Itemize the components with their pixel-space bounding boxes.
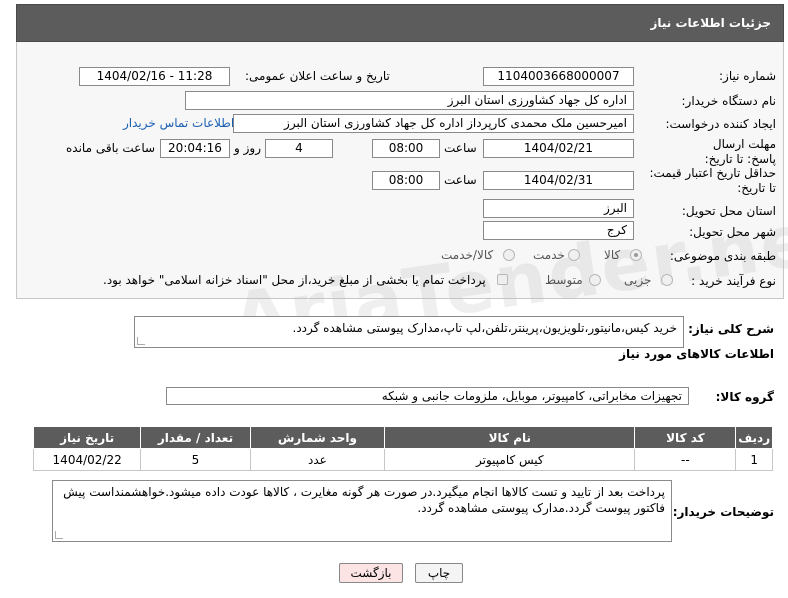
delivery-province-label: استان محل تحویل:	[681, 204, 776, 218]
reply-days-field: 4	[265, 139, 333, 158]
price-time-label: ساعت	[444, 173, 477, 187]
announce-datetime-field: 1404/02/16 - 11:28	[79, 67, 230, 86]
process-radio-minor[interactable]	[661, 274, 673, 286]
goods-group-label: گروه کالا:	[715, 390, 774, 404]
col-qty: تعداد / مقدار	[140, 426, 251, 449]
panel-header: جزئیات اطلاعات نیاز	[16, 4, 784, 42]
category-option-goods: کالا	[604, 248, 621, 262]
col-date: تاریخ نیاز	[32, 426, 142, 449]
cell-name: کیس کامپیوتر	[384, 448, 636, 471]
price-validity-time: 08:00	[372, 171, 440, 190]
buyer-org-field: اداره کل جهاد کشاورزی استان البرز	[185, 91, 634, 110]
buyer-notes-textarea[interactable]: پرداخت بعد از تایید و تست کالاها انجام م…	[52, 480, 672, 542]
goods-group-field: تجهیزات مخابراتی، کامپیوتر، موبایل، ملزو…	[166, 387, 689, 405]
resize-handle[interactable]	[137, 337, 145, 345]
category-radio-service[interactable]	[568, 249, 580, 261]
col-code: کد کالا	[634, 426, 737, 449]
requester-field: امیرحسین ملک محمدی کارپرداز اداره کل جها…	[233, 114, 634, 133]
category-radio-goods-service[interactable]	[503, 249, 515, 261]
print-button[interactable]: چاپ	[415, 563, 463, 583]
col-name: نام کالا	[384, 426, 636, 449]
table-header-row: ردیف کد کالا نام کالا واحد شمارش تعداد /…	[32, 426, 773, 449]
reply-deadline-time: 08:00	[372, 139, 440, 158]
process-option-medium: متوسط	[545, 273, 583, 287]
reply-deadline-label: مهلت ارسال پاسخ: تا تاریخ:	[704, 137, 776, 166]
days-label: روز و	[234, 141, 261, 155]
buyer-notes-text: پرداخت بعد از تایید و تست کالاها انجام م…	[63, 485, 665, 515]
description-textarea[interactable]: خرید کیس،مانیتور،تلویزیون،پرینتر،تلفن،لپ…	[134, 316, 684, 348]
description-text: خرید کیس،مانیتور،تلویزیون،پرینتر،تلفن،لپ…	[292, 321, 678, 335]
requester-label: ایجاد کننده درخواست:	[665, 117, 776, 131]
delivery-province-field: البرز	[483, 199, 634, 218]
category-option-service: خدمت	[533, 248, 565, 262]
cell-qty: 5	[140, 448, 251, 471]
category-label: طبقه بندی موضوعی:	[669, 249, 776, 263]
cell-date: 1404/02/22	[32, 448, 142, 471]
category-radio-goods[interactable]	[630, 249, 642, 261]
remaining-label: ساعت باقی مانده	[66, 141, 156, 155]
col-row: ردیف	[735, 426, 773, 449]
delivery-city-field: کرج	[483, 221, 634, 240]
process-type-label: نوع فرآیند خرید :	[691, 274, 776, 288]
description-label: شرح کلی نیاز:	[688, 322, 774, 336]
reply-deadline-date: 1404/02/21	[483, 139, 634, 158]
process-option-minor: جزیی	[624, 273, 652, 287]
process-radio-medium[interactable]	[589, 274, 601, 286]
table-row[interactable]: 1 -- کیس کامپیوتر عدد 5 1404/02/22	[32, 448, 773, 471]
buyer-contact-link[interactable]: اطلاعات تماس خریدار	[123, 116, 234, 130]
buyer-org-label: نام دستگاه خریدار:	[681, 94, 777, 108]
category-option-goods-service: کالا/خدمت	[441, 248, 494, 262]
price-validity-label: حداقل تاریخ اعتبار قیمت: تا تاریخ:	[649, 166, 776, 195]
delivery-city-label: شهر محل تحویل:	[689, 225, 776, 239]
cell-unit: عدد	[249, 448, 386, 471]
price-validity-date: 1404/02/31	[483, 171, 634, 190]
remaining-time-field: 20:04:16	[160, 139, 230, 158]
cell-code: --	[634, 448, 737, 471]
announce-datetime-label: تاریخ و ساعت اعلان عمومی:	[245, 69, 390, 83]
treasury-checkbox[interactable]	[497, 274, 508, 285]
reply-time-label: ساعت	[444, 141, 477, 155]
buyer-notes-label: توضیحات خریدار:	[672, 505, 774, 519]
cell-row: 1	[735, 448, 773, 471]
treasury-note: پرداخت تمام یا بخشی از مبلغ خرید،از محل …	[103, 273, 486, 287]
col-unit: واحد شمارش	[249, 426, 386, 449]
need-number-field: 1104003668000007	[483, 67, 634, 86]
goods-table: ردیف کد کالا نام کالا واحد شمارش تعداد /…	[32, 426, 773, 471]
resize-handle[interactable]	[55, 531, 63, 539]
goods-section-title: اطلاعات کالاهای مورد نیاز	[619, 347, 774, 361]
back-button[interactable]: بازگشت	[339, 563, 403, 583]
page-title: جزئیات اطلاعات نیاز	[650, 16, 771, 30]
need-number-label: شماره نیاز:	[719, 69, 776, 83]
